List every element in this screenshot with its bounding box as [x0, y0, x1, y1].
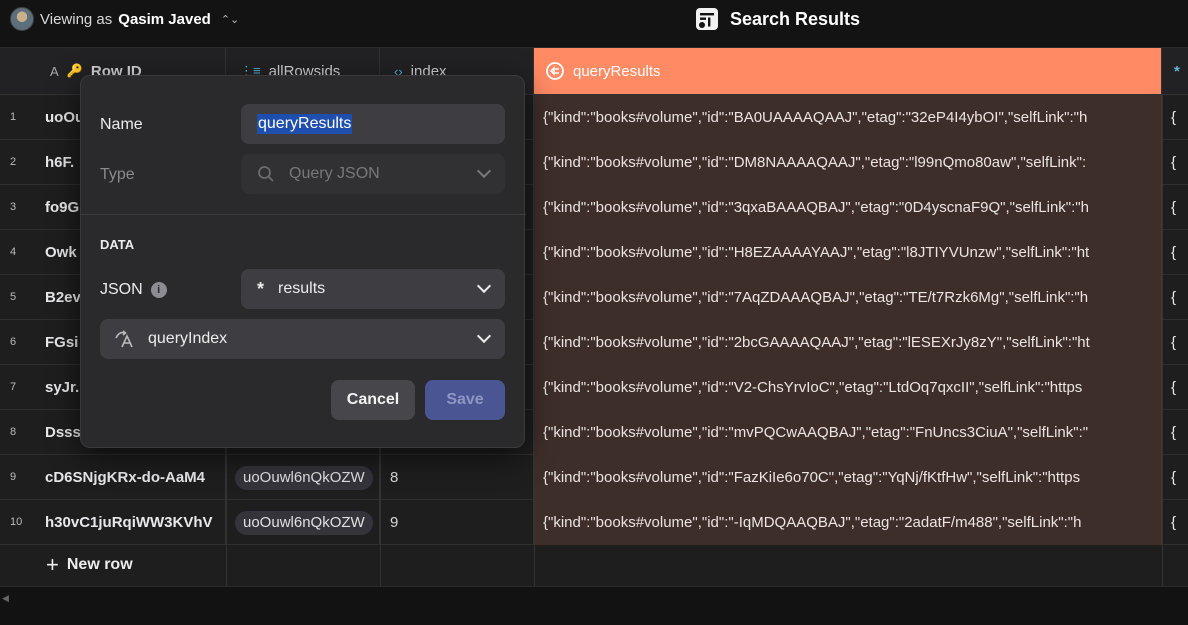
asterisk-icon: * — [1174, 62, 1180, 80]
chevron-down-icon — [476, 278, 492, 294]
json-label: JSON i — [100, 281, 167, 299]
row-id-cell[interactable]: cD6SNjgKRx-do-AaM4 — [36, 455, 226, 500]
column-header-more[interactable]: * — [1162, 48, 1188, 95]
text-transform-icon — [115, 330, 133, 348]
index-cell[interactable]: 9 — [380, 500, 534, 545]
overflow-cell[interactable]: { — [1162, 500, 1188, 545]
row-number: 5 — [10, 291, 17, 303]
top-bar: Viewing as Qasim Javed ⌃⌄ Search Results — [0, 0, 1188, 48]
row-number: 9 — [10, 471, 17, 483]
overflow-cell[interactable]: { — [1162, 185, 1188, 230]
row-number: 3 — [10, 201, 17, 213]
overflow-cell[interactable]: { — [1162, 230, 1188, 275]
new-row-button[interactable]: + New row — [46, 553, 133, 577]
info-icon[interactable]: i — [150, 282, 167, 298]
row-id-cell[interactable]: h30vC1juRqiWW3KVhV — [36, 500, 226, 545]
name-input-value: queryResults — [257, 114, 353, 134]
relation-chip[interactable]: uoOuwl6nQkOZW — [235, 511, 373, 535]
new-row-label: New row — [66, 556, 133, 573]
overflow-cell[interactable]: { — [1162, 320, 1188, 365]
overflow-cell[interactable]: { — [1162, 365, 1188, 410]
all-rows-ids-cell[interactable]: uoOuwl6nQkOZW — [226, 455, 380, 500]
type-select-value: Query JSON — [289, 165, 380, 182]
query-index-select[interactable]: queryIndex — [100, 319, 505, 359]
query-results-cell[interactable]: {"kind":"books#volume","id":"3qxaBAAAQBA… — [534, 185, 1162, 230]
table-row[interactable]: 10 h30vC1juRqiWW3KVhV uoOuwl6nQkOZW 9 {"kind… — [0, 500, 1188, 545]
save-button[interactable]: Save — [425, 380, 505, 420]
name-input[interactable]: queryResults — [241, 104, 505, 144]
app-title: Search Results — [694, 5, 860, 33]
relation-chip[interactable]: uoOuwl6nQkOZW — [235, 466, 373, 490]
name-label: Name — [100, 116, 143, 133]
overflow-cell[interactable]: { — [1162, 410, 1188, 455]
column-config-popover: Name queryResults Type Query JSON DATA J… — [80, 75, 526, 448]
plus-icon: + — [46, 552, 59, 577]
all-rows-ids-cell[interactable]: uoOuwl6nQkOZW — [226, 500, 380, 545]
query-results-cell[interactable]: {"kind":"books#volume","id":"7AqZDAAAQBA… — [534, 275, 1162, 320]
json-label-text: JSON — [100, 281, 143, 298]
chevron-down-icon — [476, 163, 492, 179]
column-header-query-results[interactable]: queryResults — [534, 48, 1162, 95]
query-results-cell[interactable]: {"kind":"books#volume","id":"mvPQCwAAQBA… — [534, 410, 1162, 455]
overflow-cell[interactable]: { — [1162, 140, 1188, 185]
row-number: 2 — [10, 156, 17, 168]
search-icon — [258, 166, 274, 182]
query-results-cell[interactable]: {"kind":"books#volume","id":"-IqMDQAAQBA… — [534, 500, 1162, 545]
chevron-updown-icon: ⌃⌄ — [220, 13, 240, 26]
bottom-bar: ◀ — [0, 586, 1188, 625]
overflow-cell[interactable]: { — [1162, 455, 1188, 500]
query-results-cell[interactable]: {"kind":"books#volume","id":"2bcGAAAAQAA… — [534, 320, 1162, 365]
section-data-label: DATA — [100, 237, 135, 252]
divider — [81, 214, 526, 215]
overflow-cell[interactable]: { — [1162, 95, 1188, 140]
row-number: 8 — [10, 426, 17, 438]
row-number: 4 — [10, 246, 17, 258]
query-results-cell[interactable]: {"kind":"books#volume","id":"H8EZAAAAYAA… — [534, 230, 1162, 275]
query-icon — [546, 62, 564, 80]
query-results-cell[interactable]: {"kind":"books#volume","id":"BA0UAAAAQAA… — [534, 95, 1162, 140]
query-results-cell[interactable]: {"kind":"books#volume","id":"FazKiIe6o70… — [534, 455, 1162, 500]
text-type-icon: A — [50, 63, 59, 79]
type-label: Type — [100, 166, 135, 183]
scroll-left-arrow-icon[interactable]: ◀ — [2, 593, 9, 604]
table-row[interactable]: 9 cD6SNjgKRx-do-AaM4 uoOuwl6nQkOZW 8 {"kind"… — [0, 455, 1188, 500]
asterisk-icon: * — [257, 278, 265, 299]
row-number: 7 — [10, 381, 17, 393]
type-select[interactable]: Query JSON — [241, 154, 505, 194]
query-results-cell[interactable]: {"kind":"books#volume","id":"V2-ChsYrvIo… — [534, 365, 1162, 410]
viewing-as-switcher[interactable]: Viewing as Qasim Javed ⌃⌄ — [10, 7, 239, 31]
page-title: Search Results — [730, 8, 861, 29]
row-number: 10 — [10, 516, 23, 528]
json-source-select[interactable]: * results — [241, 269, 505, 309]
index-cell[interactable]: 8 — [380, 455, 534, 500]
column-divider — [534, 95, 535, 586]
row-number: 6 — [10, 336, 17, 348]
column-label: queryResults — [573, 62, 661, 80]
row-number: 1 — [10, 111, 17, 123]
query-index-value: queryIndex — [148, 330, 228, 347]
viewing-user-name: Qasim Javed — [118, 10, 211, 28]
query-results-cell[interactable]: {"kind":"books#volume","id":"DM8NAAAAQAA… — [534, 140, 1162, 185]
avatar — [10, 7, 34, 31]
json-source-value: results — [278, 280, 326, 297]
chevron-down-icon — [476, 328, 492, 344]
cancel-button[interactable]: Cancel — [331, 380, 415, 420]
table-app-icon — [696, 8, 718, 30]
column-divider — [1162, 95, 1163, 586]
viewing-prefix: Viewing as — [40, 10, 113, 28]
overflow-cell[interactable]: { — [1162, 275, 1188, 320]
key-icon: 🔑 — [66, 63, 83, 78]
